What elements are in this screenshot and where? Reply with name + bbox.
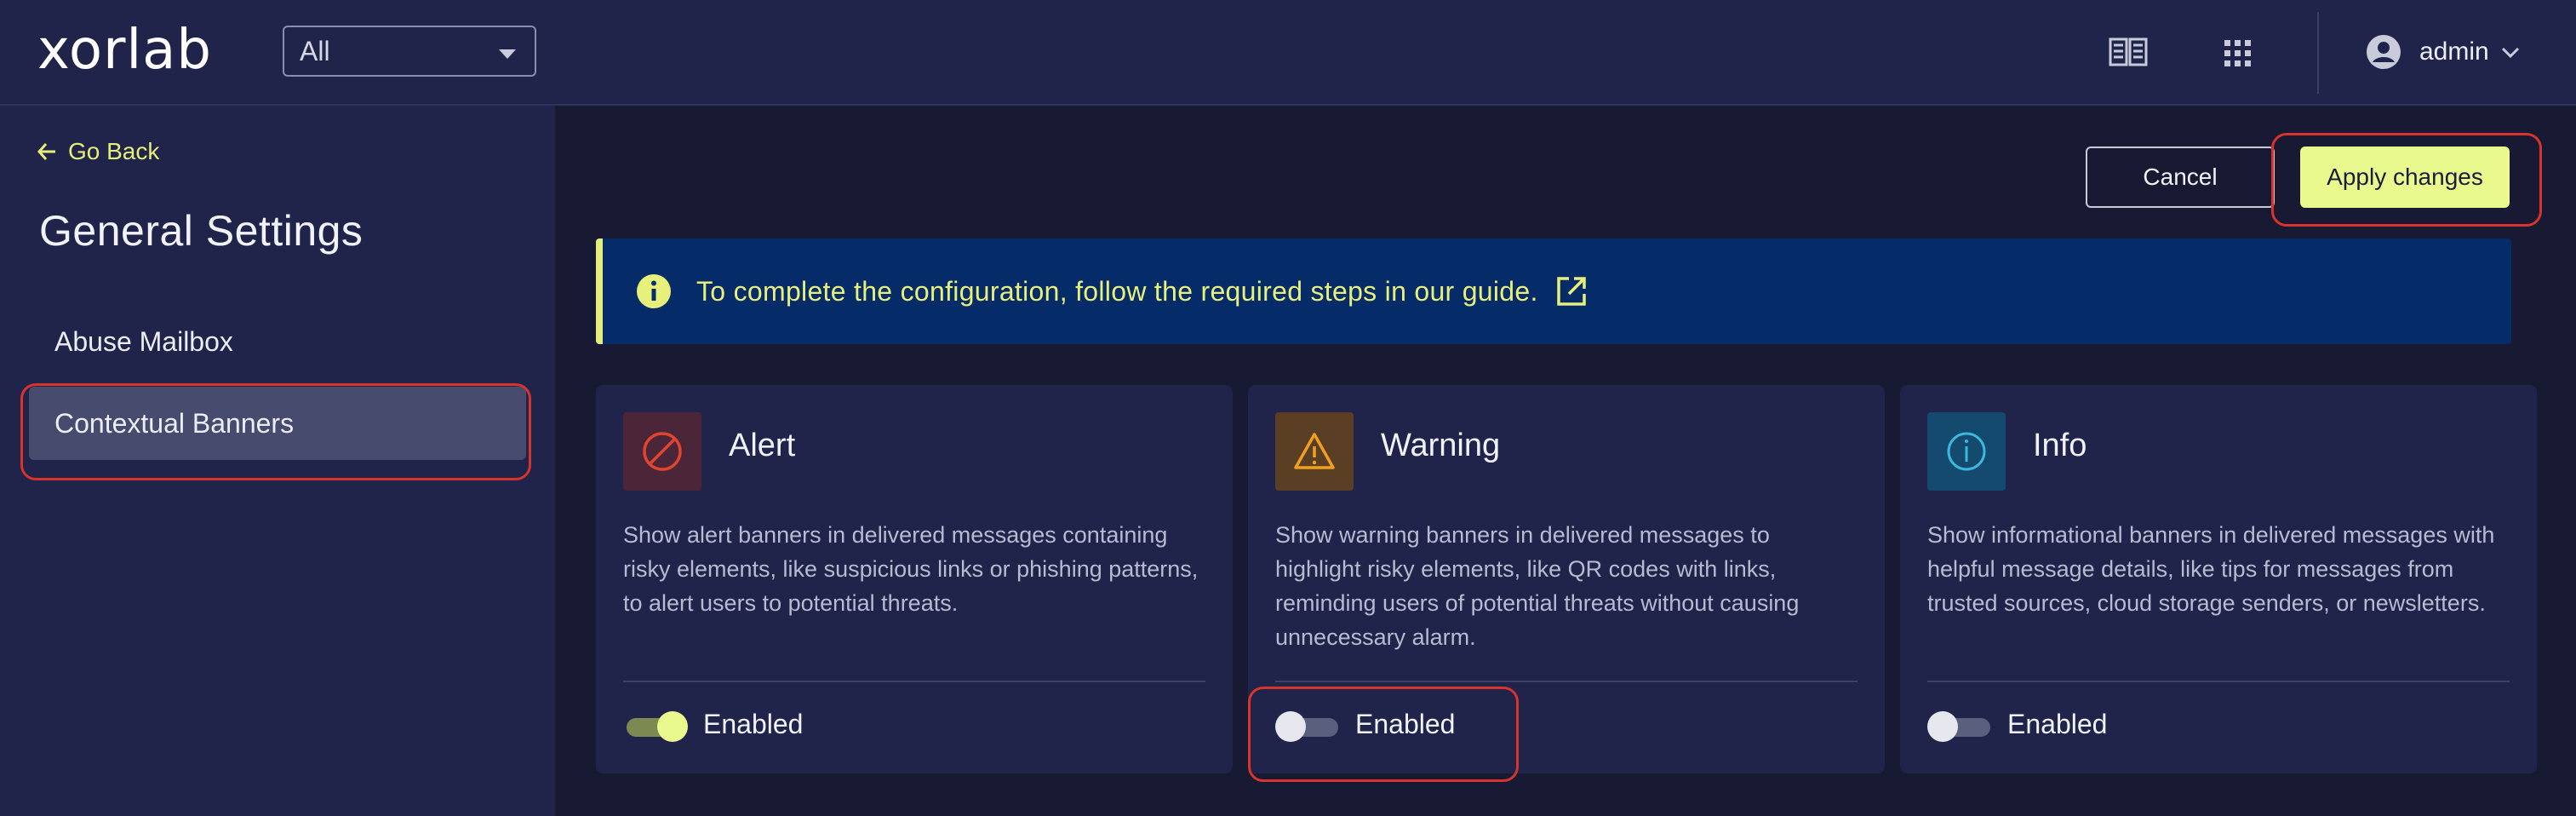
warning-tile [1275, 412, 1354, 491]
cancel-button[interactable]: Cancel [2086, 147, 2275, 208]
banner-card-alert: Alert Show alert banners in delivered me… [596, 385, 1233, 773]
apply-changes-button[interactable]: Apply changes [2300, 147, 2510, 208]
card-title: Warning [1381, 428, 1501, 463]
toggle-label: Enabled [703, 709, 804, 739]
sidebar-item-abuse-mailbox[interactable]: Abuse Mailbox [29, 305, 526, 378]
sidebar: Go Back General Settings Abuse Mailbox C… [0, 106, 555, 816]
external-link-icon[interactable] [1554, 273, 1589, 309]
prohibited-icon [643, 432, 682, 471]
book-icon[interactable] [2108, 32, 2149, 73]
chevron-down-icon [2501, 47, 2519, 59]
go-back-link[interactable]: Go Back [36, 138, 159, 165]
card-divider [1275, 681, 1858, 682]
info-enabled-toggle[interactable] [1927, 711, 1992, 742]
card-description: Show warning banners in delivered messag… [1275, 522, 1800, 650]
info-circle-icon [1947, 432, 1986, 471]
toggle-label: Enabled [1355, 709, 1456, 739]
card-divider [623, 681, 1205, 682]
toggle-knob [1927, 711, 1958, 742]
user-menu[interactable]: admin [2365, 31, 2522, 73]
alert-tile [623, 412, 701, 491]
xorlab-logo[interactable]: xorlab [37, 19, 212, 82]
info-notice: To complete the configuration, follow th… [596, 238, 2511, 344]
warning-triangle-icon [1294, 433, 1335, 469]
sidebar-item-contextual-banners[interactable]: Contextual Banners [29, 387, 526, 460]
banner-card-info: Info Show informational banners in deliv… [1900, 385, 2537, 773]
info-icon [637, 274, 671, 308]
scope-select[interactable]: All [283, 26, 536, 77]
toggle-knob [657, 711, 688, 742]
notice-text: To complete the configuration, follow th… [696, 275, 1538, 307]
go-back-label: Go Back [68, 138, 160, 164]
chevron-down-icon [499, 49, 516, 59]
card-description: Show alert banners in delivered messages… [623, 522, 1199, 616]
toggle-label: Enabled [2007, 709, 2108, 739]
scope-select-value: All [300, 35, 330, 66]
toggle-knob [1275, 711, 1306, 742]
grid-icon[interactable] [2217, 32, 2258, 73]
card-divider [1927, 681, 2510, 682]
card-title: Info [2033, 428, 2087, 463]
page-title: General Settings [39, 207, 364, 255]
info-tile [1927, 412, 2006, 491]
arrow-left-icon [37, 143, 55, 160]
sidebar-item-label: Contextual Banners [54, 407, 295, 439]
header-divider [2317, 12, 2319, 94]
card-title: Alert [729, 428, 796, 463]
user-name: admin [2419, 37, 2489, 66]
banner-card-warning: Warning Show warning banners in delivere… [1248, 385, 1885, 773]
sidebar-item-label: Abuse Mailbox [54, 325, 233, 357]
user-circle-icon [2367, 35, 2401, 69]
alert-enabled-toggle[interactable] [623, 711, 688, 742]
warning-enabled-toggle[interactable] [1275, 711, 1340, 742]
card-description: Show informational banners in delivered … [1927, 522, 2495, 616]
logo-text: xorlab [37, 19, 212, 82]
top-bar: xorlab All admin [0, 0, 2576, 106]
